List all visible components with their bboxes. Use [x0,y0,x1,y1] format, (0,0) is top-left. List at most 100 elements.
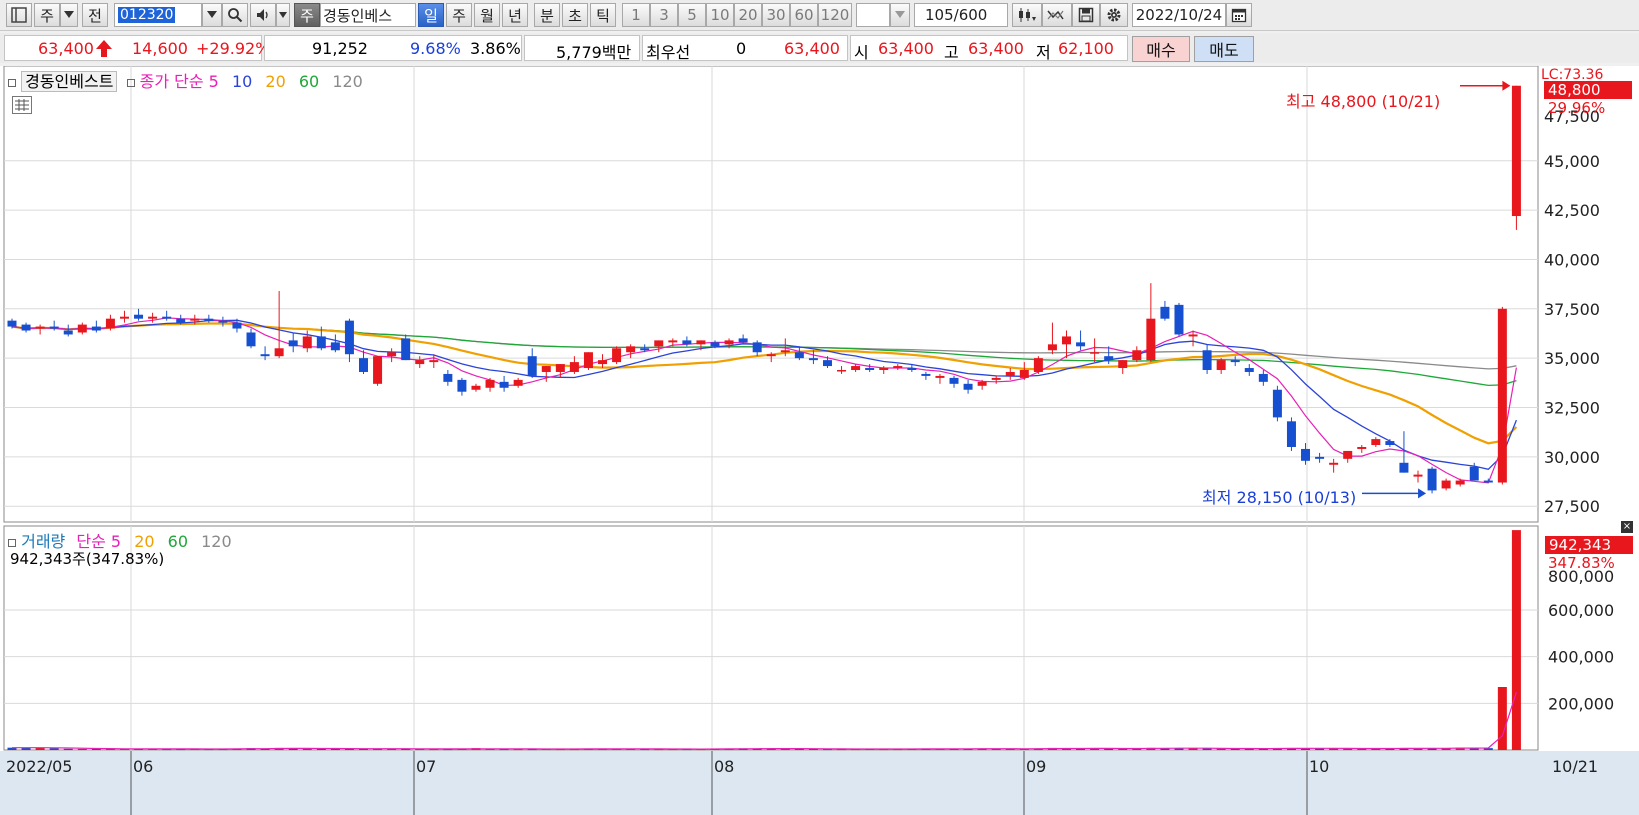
volume-ma120-label[interactable]: 120 [201,532,232,551]
up-arrow-icon [96,40,112,57]
date-field[interactable]: 2022/10/24 [1132,3,1226,27]
market-type-dropdown-icon[interactable] [60,3,78,27]
candle-body [316,336,326,349]
volume-panel-frame [3,525,1539,751]
candle-body [274,348,284,357]
candle-body [1413,474,1423,477]
period-second-tab[interactable]: 초 [562,3,588,27]
volume-ma60-label[interactable]: 60 [168,532,188,551]
volume-badge: 942,343 [1545,536,1633,554]
x-axis-label: 10 [1309,757,1329,776]
buy-button[interactable]: 매수 [1132,36,1190,62]
interval-60-button[interactable]: 60 [790,3,818,27]
candle-body [373,356,383,384]
candle-body [1441,480,1451,489]
search-icon[interactable] [222,3,248,27]
stock-code-input[interactable]: 012320 [114,3,202,27]
candle-body [963,383,973,390]
stock-code-dropdown-icon[interactable] [202,3,222,27]
bar-count-field[interactable]: 105/600 [914,3,1008,27]
speaker-dropdown-icon[interactable] [276,3,290,27]
period-tick-tab[interactable]: 틱 [590,3,616,27]
price-panel-name[interactable]: 경동인베스트 [21,71,118,92]
candle-body [1062,336,1071,345]
interval-5-button[interactable]: 5 [678,3,706,27]
market-type-button[interactable]: 주 [34,3,60,27]
candle-body [7,320,17,327]
interval-30-button[interactable]: 30 [762,3,790,27]
candle-body [977,381,987,386]
interval-3-button[interactable]: 3 [650,3,678,27]
calendar-icon[interactable] [1226,3,1252,27]
ma60-label[interactable]: 60 [299,72,319,91]
ma-type-label[interactable]: 종가 단순 [140,72,204,91]
period-month-tab[interactable]: 월 [474,3,500,27]
candle-body [1019,370,1029,378]
period-minute-tab[interactable]: 분 [534,3,560,27]
ma10-label[interactable]: 10 [232,72,252,91]
volume-current: 942,343주(347.83%) [10,550,165,568]
candle-body [162,316,172,319]
candle-body [1216,360,1226,370]
ma120-label[interactable]: 120 [332,72,363,91]
interval-10-button[interactable]: 10 [706,3,734,27]
ma5-label[interactable]: 5 [209,72,219,91]
candle-body [401,338,411,361]
candle-body [668,340,678,343]
candle-body [91,326,101,331]
candle-body [654,340,664,347]
volume-bar [63,748,73,750]
volume-tick-label: 400,000 [1548,648,1614,667]
candle-body [1146,318,1156,361]
interval-custom-input[interactable] [856,3,890,27]
x-axis-label: 10/21 [1552,757,1598,776]
candle-body [513,379,523,386]
trade-amount: 5,779백만 [556,43,632,62]
candle-body [1090,352,1100,354]
close-icon[interactable]: × [1621,521,1633,533]
interval-120-button[interactable]: 120 [818,3,852,27]
sell-button[interactable]: 매도 [1194,36,1254,62]
candle-body [1427,468,1437,491]
candle-body [1455,480,1465,485]
candle-body [176,318,186,323]
period-year-tab[interactable]: 년 [502,3,528,27]
compare-lines-icon[interactable] [1042,3,1072,27]
candle-body [190,318,200,321]
data-table-icon[interactable] [12,96,32,114]
period-day-tab[interactable]: 일 [418,3,444,27]
candle-body [682,340,692,345]
gear-icon[interactable] [1100,3,1128,27]
low-annotation: 최저 28,150 (10/13) [1202,488,1357,507]
candle-body [907,368,917,370]
x-axis-strip [0,751,1639,815]
price-tick-label: 32,500 [1544,399,1600,418]
trade-volume: 91,252 [312,39,368,58]
price-tick-label: 35,000 [1544,349,1600,368]
chart-area[interactable]: 27,500 30,000 32,500 35,000 37,500 40,000 42,5… [0,66,1639,815]
candle-body [555,364,565,372]
volume-bar [77,748,87,750]
interval-20-button[interactable]: 20 [734,3,762,27]
stock-code-value: 012320 [118,7,176,23]
open-label: 시 [854,43,869,62]
price-change-pct: +29.92% [196,39,271,58]
stock-chart[interactable]: 27,500 30,000 32,500 35,000 37,500 40,000 42,5… [0,66,1639,815]
candle-body [1047,344,1057,351]
candle-body [1033,358,1043,372]
chart-layout-icon[interactable] [6,3,32,27]
candle-body [134,314,144,319]
interval-1-button[interactable]: 1 [622,3,650,27]
stock-name-field[interactable]: 경동인베스 [320,3,416,27]
candle-type-icon[interactable] [1012,3,1042,27]
candle-body [1511,85,1521,217]
scope-button[interactable]: 전 [82,3,108,27]
period-week-tab[interactable]: 주 [446,3,472,27]
interval-dropdown-icon[interactable] [890,3,910,27]
candle-body [471,385,481,390]
ma20-label[interactable]: 20 [265,72,285,91]
quote-bar: 63,400 14,600 +29.92% 91,252 9.68% 3.86%… [0,33,1639,63]
speaker-icon[interactable] [250,3,276,27]
candle-body [1385,441,1395,446]
save-icon[interactable] [1072,3,1100,27]
